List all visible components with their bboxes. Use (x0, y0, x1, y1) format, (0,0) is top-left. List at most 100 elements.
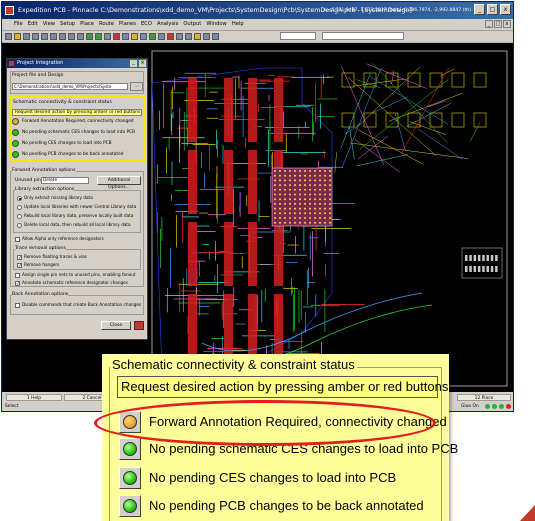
help-icon[interactable] (134, 321, 144, 330)
disable-commands-checkbox[interactable] (15, 303, 20, 308)
pcb-artwork (473, 72, 487, 88)
pcb-artwork (366, 63, 427, 89)
display-control-icon[interactable] (113, 33, 120, 40)
redo-icon[interactable] (77, 33, 84, 40)
pcb-artwork (294, 184, 296, 187)
pcb-artwork (299, 193, 301, 196)
pcb-artwork (294, 198, 296, 201)
menu-edit[interactable]: Edit (28, 19, 38, 30)
pcb-artwork (329, 202, 331, 205)
close-icon[interactable]: × (139, 60, 146, 67)
pcb-artwork (304, 193, 306, 196)
menu-place[interactable]: Place (80, 19, 94, 30)
menu-window[interactable]: Window (206, 19, 226, 30)
place-icon[interactable] (158, 33, 165, 40)
pcb-artwork (329, 188, 331, 191)
unused-pins-select[interactable]: Delete (41, 177, 89, 184)
pcb-artwork (369, 76, 449, 125)
remove-hangers-checkbox[interactable]: ✓ (17, 263, 22, 269)
highlight-icon[interactable] (131, 33, 138, 40)
green-light-button[interactable] (12, 129, 19, 136)
doc-close-button[interactable]: x (503, 20, 511, 28)
zoom-in-icon[interactable] (86, 33, 93, 40)
via-icon[interactable] (185, 33, 192, 40)
fit-board-icon[interactable] (104, 33, 111, 40)
help-key[interactable]: 1 Help (6, 394, 62, 401)
new-icon[interactable] (5, 33, 12, 40)
pcb-artwork (324, 207, 326, 210)
menu-file[interactable]: File (14, 19, 23, 30)
back-annotate-button[interactable] (119, 495, 141, 517)
lib-radio-1[interactable] (17, 196, 22, 201)
annotate-refdes-label: Annotate schematic reference designator … (22, 280, 128, 285)
amber-light-button[interactable] (12, 118, 19, 125)
green-light-button[interactable] (12, 140, 19, 147)
grid-icon[interactable] (122, 33, 129, 40)
measure-icon[interactable] (140, 33, 147, 40)
annotate-refdes-checkbox[interactable]: ✓ (15, 281, 20, 287)
cut-icon[interactable] (41, 33, 48, 40)
pcb-artwork (309, 188, 311, 191)
pcb-artwork (309, 174, 311, 177)
pcb-artwork (289, 188, 291, 191)
paste-icon[interactable] (59, 33, 66, 40)
remove-floating-checkbox[interactable]: ✓ (17, 255, 22, 261)
lib-radio-2[interactable] (17, 205, 22, 210)
menu-help[interactable]: Help (232, 19, 244, 30)
drc-icon[interactable] (167, 33, 174, 40)
maximize-button[interactable]: □ (487, 4, 498, 15)
net-icon[interactable] (176, 33, 183, 40)
allow-alpha-checkbox[interactable] (15, 237, 20, 242)
doc-restore-button[interactable]: □ (494, 20, 502, 28)
browse-button[interactable]: ... (130, 82, 143, 91)
save-icon[interactable] (23, 33, 30, 40)
layer-icon[interactable] (203, 33, 210, 40)
menu-planes[interactable]: Planes (119, 19, 136, 30)
undo-icon[interactable] (68, 33, 75, 40)
pcb-artwork (314, 170, 316, 172)
pcb-artwork (284, 207, 286, 210)
close-panel-button[interactable]: Close (101, 321, 131, 330)
project-path-field[interactable]: C:\Demonstrations\xdd_demo_VM\Projects\S… (12, 83, 128, 90)
ces-button[interactable] (119, 467, 141, 489)
lib-radio-4[interactable] (17, 223, 22, 228)
zoom-out-icon[interactable] (95, 33, 102, 40)
active-layer-combo[interactable] (322, 32, 404, 40)
assign-single-pin-checkbox[interactable] (15, 273, 20, 278)
route-icon[interactable] (149, 33, 156, 40)
pcb-artwork (314, 174, 316, 177)
lib-radio-3[interactable] (17, 214, 22, 219)
menu-analysis[interactable]: Analysis (157, 19, 178, 30)
menu-view[interactable]: View (43, 19, 55, 30)
print-icon[interactable] (32, 33, 39, 40)
status-light-icon (499, 404, 504, 409)
menu-eco[interactable]: ECO (141, 19, 152, 30)
pcb-artwork (314, 202, 316, 205)
pcb-artwork (284, 188, 286, 191)
menu-route[interactable]: Route (99, 19, 114, 30)
green-light-icon (123, 442, 137, 456)
layer-combo[interactable] (280, 32, 316, 40)
pcb-artwork (188, 78, 197, 142)
minimize-button[interactable]: _ (474, 4, 485, 15)
place-key[interactable]: 12 Place (457, 394, 511, 401)
close-button[interactable]: x (500, 4, 511, 15)
copy-icon[interactable] (50, 33, 57, 40)
additional-options-button[interactable]: Additional Options... (97, 176, 141, 190)
pcb-artwork (465, 255, 468, 261)
menu-setup[interactable]: Setup (60, 19, 75, 30)
doc-minimize-button[interactable]: _ (485, 20, 493, 28)
status-row-ces: No pending CES changes to load into PCB (12, 139, 142, 148)
status-light-icon (513, 404, 514, 409)
properties-icon[interactable] (212, 33, 219, 40)
plane-icon[interactable] (194, 33, 201, 40)
callout-row-pcb: No pending PCB changes to be back annota… (119, 495, 439, 517)
menu-output[interactable]: Output (183, 19, 201, 30)
green-light-button[interactable] (12, 151, 19, 158)
open-icon[interactable] (14, 33, 21, 40)
schematic-ces-button[interactable] (119, 438, 141, 460)
minimize-icon[interactable]: _ (130, 60, 137, 67)
pcb-artwork (284, 184, 286, 187)
status-light-icon (492, 404, 497, 409)
pcb-artwork (248, 150, 257, 214)
